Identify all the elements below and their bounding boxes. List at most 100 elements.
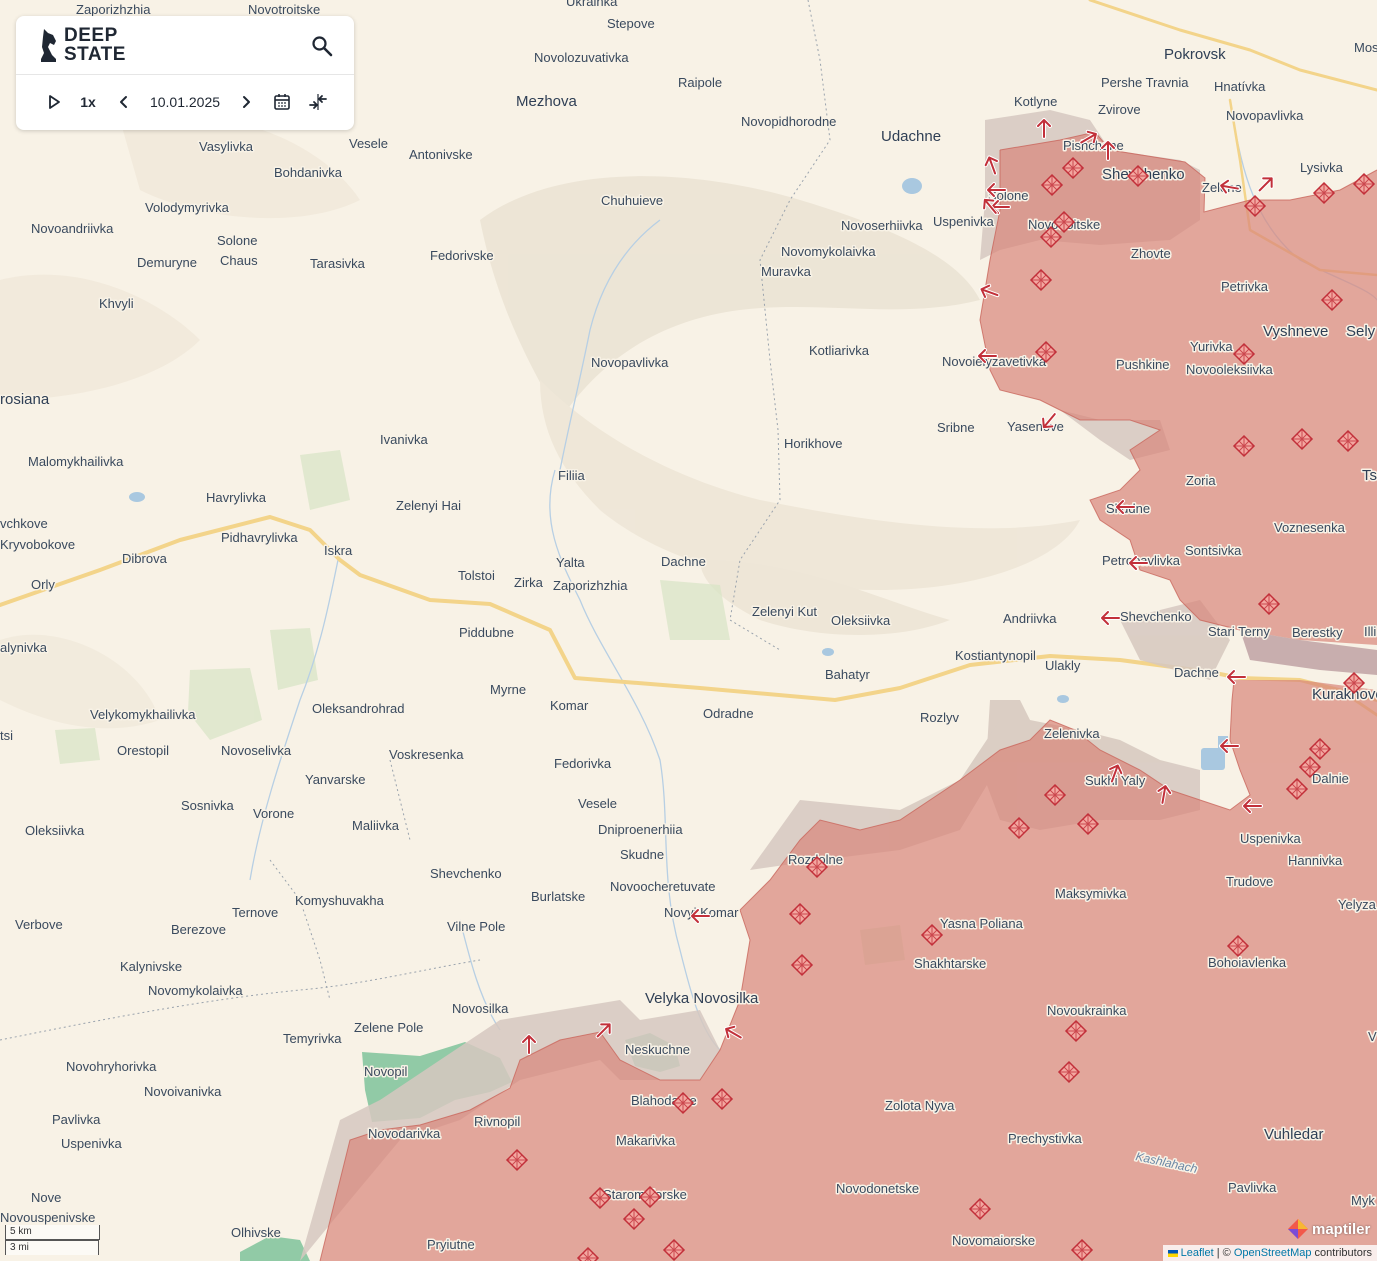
place-label: Sosnivka — [181, 798, 235, 813]
place-label: Raipole — [678, 75, 722, 90]
place-label: Vyshneve — [1263, 323, 1328, 340]
place-label: Oleksiivka — [831, 613, 891, 628]
place-label: alynivka — [0, 640, 48, 655]
place-label: Muravka — [761, 264, 812, 279]
place-label: Berestky — [1292, 625, 1343, 640]
place-label: Illi — [1364, 624, 1376, 639]
place-label: Pavlivka — [1228, 1180, 1277, 1195]
place-label: Kalynivske — [120, 959, 182, 974]
leaflet-link[interactable]: Leaflet — [1181, 1247, 1214, 1259]
place-label: Zelene Pole — [354, 1020, 423, 1035]
place-label: Novomaiorske — [952, 1233, 1035, 1248]
place-label: Pershe Travnia — [1101, 75, 1189, 90]
place-label: Demuryne — [137, 255, 197, 270]
place-label: Vesele — [349, 136, 388, 151]
place-label: Oleksandrohrad — [312, 701, 405, 716]
play-icon[interactable] — [42, 90, 66, 114]
place-label: Zelenyi Hai — [396, 498, 461, 513]
scale-km: 5 km — [5, 1225, 100, 1240]
place-label: Antonivske — [409, 147, 473, 162]
place-label: Burlatske — [531, 889, 585, 904]
search-icon[interactable] — [310, 34, 334, 58]
attribution: Leaflet | © OpenStreetMap contributors — [1162, 1245, 1377, 1261]
control-panel: DEEP STATE 1x 10.01.2025 — [16, 16, 354, 130]
place-label: Komar — [550, 698, 589, 713]
place-label: Kotliarivka — [809, 343, 870, 358]
place-label: Novoselivka — [221, 743, 292, 758]
place-label: Pryiutne — [427, 1237, 475, 1252]
attribution-suffix: contributors — [1311, 1247, 1372, 1259]
place-label: Olhivske — [231, 1225, 281, 1240]
place-label: Stepove — [607, 16, 655, 31]
place-label: Shevchenko — [1120, 609, 1192, 624]
place-label: Novomykolaivka — [148, 983, 243, 998]
place-label: Velykomykhailivka — [90, 707, 196, 722]
place-label: Orly — [31, 577, 55, 592]
place-label: Uspenivka — [933, 214, 994, 229]
place-label: Novopavlivka — [591, 355, 669, 370]
place-label: Pokrovsk — [1164, 46, 1226, 63]
place-label: Zelenivka — [1044, 726, 1100, 741]
place-label: Komyshuvakha — [295, 893, 385, 908]
place-label: Skudne — [620, 847, 664, 862]
place-label: Oleksiivka — [25, 823, 85, 838]
place-label: Novolozuvativka — [534, 50, 629, 65]
place-label: Ternove — [232, 905, 278, 920]
place-label: Maksymivka — [1055, 886, 1127, 901]
calendar-icon[interactable] — [272, 90, 292, 114]
place-label: Shakhtarske — [914, 956, 986, 971]
place-label: Novotroitske — [248, 2, 320, 17]
next-date-button[interactable] — [236, 90, 256, 114]
place-label: Chuhuieve — [601, 193, 663, 208]
place-label: Petropavlivka — [1102, 553, 1181, 568]
osm-link[interactable]: OpenStreetMap — [1234, 1247, 1312, 1259]
place-label: Novoserhiivka — [841, 218, 923, 233]
timeline-controls: 1x 10.01.2025 — [16, 74, 354, 130]
place-label: Vorone — [253, 806, 294, 821]
prev-date-button[interactable] — [114, 90, 134, 114]
place-label: Verbove — [15, 917, 63, 932]
place-label: Malomykhailivka — [28, 454, 124, 469]
place-label: Zolota Nyva — [885, 1098, 955, 1113]
place-label: Zaporizhzhia — [76, 2, 151, 17]
place-label: Ulakly — [1045, 658, 1081, 673]
place-label: Lysivka — [1300, 160, 1344, 175]
place-label: Shevchenko — [430, 866, 502, 881]
place-label: Kostiantynopil — [955, 648, 1036, 663]
place-label: Kurakhove — [1312, 686, 1377, 703]
place-label: Kryvobokove — [0, 537, 75, 552]
place-label: Prechystivka — [1008, 1131, 1082, 1146]
place-label: Velyka Novosilka — [645, 990, 759, 1007]
place-label: Sely — [1346, 323, 1376, 340]
place-label: Udachne — [881, 128, 941, 145]
place-label: Dachne — [661, 554, 706, 569]
place-label: Novopavlivka — [1226, 108, 1304, 123]
place-label: Trudove — [1226, 874, 1273, 889]
place-label: Myk — [1351, 1193, 1375, 1208]
place-label: Novopil — [364, 1064, 407, 1079]
place-label: Bohdanivka — [274, 165, 343, 180]
current-date[interactable]: 10.01.2025 — [144, 90, 226, 114]
maptiler-logo[interactable]: maptiler — [1287, 1218, 1370, 1240]
speed-button[interactable]: 1x — [76, 90, 100, 114]
place-label: Stari Terny — [1208, 624, 1270, 639]
place-label: Zvirove — [1098, 102, 1141, 117]
place-label: Novoocheretuvate — [610, 879, 716, 894]
place-label: Yurivka — [1190, 339, 1233, 354]
place-label: Voskresenka — [389, 747, 464, 762]
place-label: Chaus — [220, 253, 258, 268]
place-label: Bohoiavlenka — [1208, 955, 1287, 970]
place-label: Berezove — [171, 922, 226, 937]
place-label: Khvyli — [99, 296, 134, 311]
place-label: Vasylivka — [199, 139, 254, 154]
compare-icon[interactable] — [306, 90, 330, 114]
place-label: Pushkine — [1116, 357, 1169, 372]
chevron-right-icon — [243, 96, 250, 108]
map-canvas[interactable]: Zaporizhzhia Novotroitske Ukrainka Stepove N… — [0, 0, 1377, 1261]
place-label: Novodonetske — [836, 1181, 919, 1196]
place-label: Piddubne — [459, 625, 514, 640]
deepstate-logo[interactable]: DEEP STATE — [38, 26, 126, 64]
place-label: Novopidhorodne — [741, 114, 836, 129]
place-label: Horikhove — [784, 436, 843, 451]
place-label: Vesele — [578, 796, 617, 811]
